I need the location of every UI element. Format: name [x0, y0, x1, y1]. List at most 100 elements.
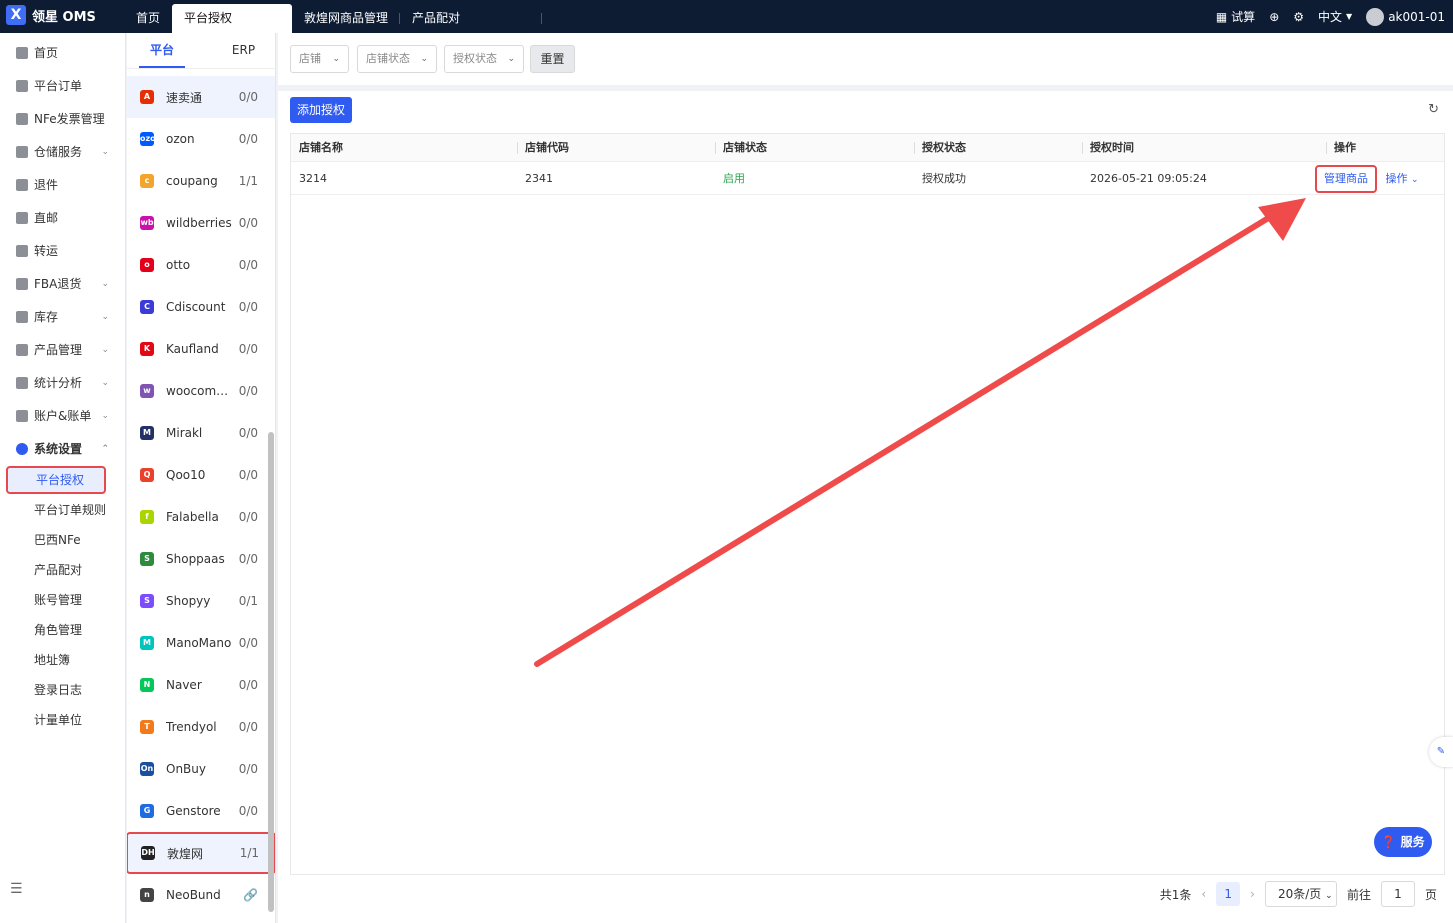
sidebar-item-7[interactable]: FBA退货 ⌄: [0, 267, 125, 300]
tab-platform-auth[interactable]: 平台授权: [172, 4, 293, 33]
auth-status-select[interactable]: 授权状态 ⌄: [444, 45, 524, 73]
goto-label: 前往: [1346, 887, 1371, 902]
chevron-down-icon: ⌄: [420, 54, 428, 64]
transfer-icon: [16, 244, 28, 257]
platform-item[interactable]: n NeoBund 🔗: [127, 874, 275, 916]
sidebar-item-10[interactable]: 统计分析 ⌄: [0, 366, 125, 399]
page-size-select[interactable]: 20条/页 ⌄: [1264, 881, 1337, 907]
platform-item[interactable]: G Genstore 0/0: [127, 790, 275, 832]
prev-page-icon[interactable]: ‹: [1201, 887, 1206, 901]
platform-logo-icon: S: [140, 594, 154, 608]
order-icon: [16, 79, 28, 92]
sidebar-subitem-5[interactable]: 角色管理: [0, 615, 125, 645]
sidebar-subitem-6[interactable]: 地址簿: [0, 645, 125, 675]
platform-item[interactable]: f Falabella 0/0: [127, 496, 275, 538]
tab-erp[interactable]: ERP: [212, 33, 275, 68]
return-icon: [16, 178, 28, 191]
cell-shop-code: 2341: [525, 172, 553, 185]
platform-logo-icon: DH: [141, 846, 155, 860]
platform-item[interactable]: M ManoMano 0/0: [127, 622, 275, 664]
platform-item[interactable]: Q Qoo10 0/0: [127, 454, 275, 496]
scrollbar[interactable]: [268, 432, 274, 912]
next-page-icon[interactable]: ›: [1250, 887, 1255, 901]
user-menu[interactable]: ak001-01: [1366, 7, 1445, 26]
sidebar-item-8[interactable]: 库存 ⌄: [0, 300, 125, 333]
sidebar-item-9[interactable]: 产品管理 ⌄: [0, 333, 125, 366]
filter-bar: 店铺 ⌄ 店铺状态 ⌄ 授权状态 ⌄ 重置: [278, 33, 1453, 85]
tab-dhgate-products[interactable]: 敦煌网商品管理: [292, 4, 401, 33]
platform-item[interactable]: N Naver 0/0: [127, 664, 275, 706]
page-number[interactable]: 1: [1216, 882, 1241, 906]
refresh-icon[interactable]: ↻: [1428, 102, 1439, 117]
platform-item[interactable]: M Mirakl 0/0: [127, 412, 275, 454]
page-tabs: 首页 平台授权 敦煌网商品管理 产品配对: [124, 4, 543, 33]
pagination: 共1条 ‹ 1 › 20条/页 ⌄ 前往 1 页: [1160, 881, 1437, 907]
platform-item[interactable]: DH 敦煌网 1/1: [127, 832, 275, 874]
shop-status-select[interactable]: 店铺状态 ⌄: [357, 45, 437, 73]
tab-home[interactable]: 首页: [124, 4, 172, 33]
platform-item[interactable]: A 速卖通 0/0: [127, 76, 275, 118]
side-float-tab[interactable]: ✎: [1429, 737, 1453, 767]
column-header: 店铺代码: [517, 134, 715, 161]
sidebar-item-5[interactable]: 直邮: [0, 201, 125, 234]
sidebar-subitem-0[interactable]: 平台授权: [6, 466, 106, 494]
platform-logo-icon: Q: [140, 468, 154, 482]
tab-platform[interactable]: 平台: [139, 33, 185, 68]
shop-select[interactable]: 店铺 ⌄: [290, 45, 349, 73]
sidebar-subitem-2[interactable]: 巴西NFe: [0, 525, 125, 555]
shop-table: 店铺名称 店铺代码 店铺状态 授权状态 授权时间 操作 3214 2341 启用…: [290, 133, 1445, 875]
sidebar-subitem-8[interactable]: 计量单位: [0, 705, 125, 735]
sidebar-subitem-7[interactable]: 登录日志: [0, 675, 125, 705]
platform-item[interactable]: wwoocommerce0/0: [127, 370, 275, 412]
platform-item[interactable]: On OnBuy 0/0: [127, 748, 275, 790]
platform-item[interactable]: C Cdiscount 0/0: [127, 286, 275, 328]
sidebar-subitem-1[interactable]: 平台订单规则: [0, 495, 125, 525]
sidebar-item-6[interactable]: 转运: [0, 234, 125, 267]
sidebar-item-3[interactable]: 仓储服务 ⌄: [0, 135, 125, 168]
manage-products-link[interactable]: 管理商品: [1315, 165, 1377, 193]
platform-item[interactable]: o otto 0/0: [127, 244, 275, 286]
total-count: 共1条: [1159, 887, 1192, 902]
add-authorization-button[interactable]: 添加授权: [290, 97, 352, 123]
chevron-down-icon: ⌄: [101, 146, 109, 157]
service-button[interactable]: ❓ 服务: [1374, 827, 1432, 857]
goto-page-input[interactable]: 1: [1380, 881, 1415, 907]
chevron-down-icon: ⌄: [101, 377, 109, 388]
avatar: [1366, 7, 1385, 26]
platform-item[interactable]: wb wildberries 0/0: [127, 202, 275, 244]
platform-item[interactable]: K Kaufland 0/0: [127, 328, 275, 370]
platform-item[interactable]: ozon ozon 0/0: [127, 118, 275, 160]
sidebar-item-system-settings[interactable]: 系统设置 ⌃: [0, 432, 125, 465]
cell-shop-status: 启用: [723, 172, 745, 185]
actions-dropdown[interactable]: 操作 ⌄: [1386, 172, 1419, 185]
top-navigation-bar: X 领星 OMS 首页 平台授权 敦煌网商品管理 产品配对 ▦ 试算 ⊕ ⚙ 中文…: [0, 0, 1453, 33]
sidebar-item-11[interactable]: 账户&账单 ⌄: [0, 399, 125, 432]
platform-item[interactable]: T Trendyol 0/0: [127, 706, 275, 748]
invoice-icon: [16, 112, 28, 125]
download-icon[interactable]: ⊕: [1269, 10, 1279, 24]
settings-icon[interactable]: ⚙: [1293, 10, 1304, 24]
platform-item[interactable]: c coupang 1/1: [127, 160, 275, 202]
sidebar-item-2[interactable]: NFe发票管理: [0, 102, 125, 135]
platform-item[interactable]: S Shoppaas 0/0: [127, 538, 275, 580]
sidebar-subitem-3[interactable]: 产品配对: [0, 555, 125, 585]
sidebar-item-0[interactable]: 首页: [0, 36, 125, 69]
trial-calc-button[interactable]: ▦ 试算: [1216, 8, 1255, 25]
inventory-icon: [16, 310, 28, 323]
cell-shop-name: 3214: [299, 172, 327, 185]
cell-auth-time: 2026-05-21 09:05:24: [1090, 172, 1207, 185]
language-select[interactable]: 中文 ▼: [1318, 8, 1352, 25]
tab-product-pairing[interactable]: 产品配对: [400, 4, 543, 33]
collapse-sidebar-icon[interactable]: ☰: [10, 881, 23, 897]
platform-item[interactable]: S Shopyy 0/1: [127, 580, 275, 622]
product-icon: [16, 343, 28, 356]
app-logo[interactable]: X 领星 OMS: [6, 5, 96, 25]
platform-logo-icon: C: [140, 300, 154, 314]
reset-button[interactable]: 重置: [530, 45, 575, 73]
sidebar-subitem-4[interactable]: 账号管理: [0, 585, 125, 615]
sidebar-item-1[interactable]: 平台订单: [0, 69, 125, 102]
chevron-up-icon: ⌃: [101, 443, 109, 454]
sidebar-item-4[interactable]: 退件: [0, 168, 125, 201]
account-icon: [16, 409, 28, 422]
home-icon: [16, 46, 28, 59]
